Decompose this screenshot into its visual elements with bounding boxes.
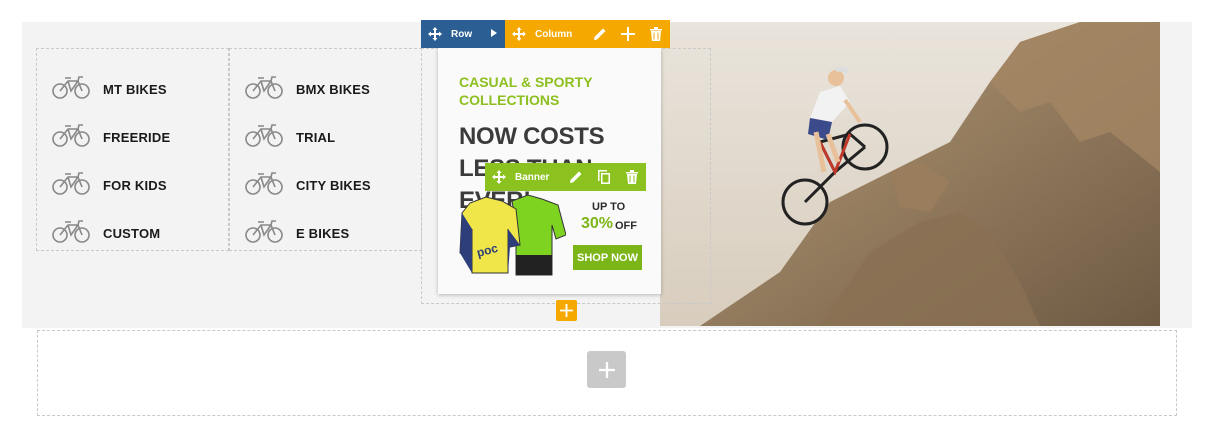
category-item[interactable]: CUSTOM bbox=[51, 218, 160, 248]
category-item[interactable]: TRIAL bbox=[244, 122, 335, 152]
category-item[interactable]: BMX BIKES bbox=[244, 74, 370, 104]
add-row-button[interactable] bbox=[556, 300, 577, 321]
add-icon[interactable] bbox=[614, 20, 642, 48]
move-icon[interactable] bbox=[505, 20, 533, 48]
category-label: E BIKES bbox=[296, 225, 350, 241]
category-item[interactable]: E BIKES bbox=[244, 218, 349, 248]
caret-right-icon[interactable] bbox=[491, 28, 497, 40]
banner-label: Banner bbox=[515, 171, 550, 183]
move-icon[interactable] bbox=[485, 163, 513, 191]
promo-up-to: UP TO bbox=[592, 201, 626, 213]
trash-icon[interactable] bbox=[618, 163, 646, 191]
mountain-bike-icon bbox=[51, 74, 103, 105]
promo-percent: 30% bbox=[581, 215, 614, 232]
city-bike-icon bbox=[244, 170, 296, 201]
freeride-bike-icon bbox=[51, 122, 103, 153]
add-element-button[interactable] bbox=[587, 351, 626, 388]
category-label: MT BIKES bbox=[103, 81, 167, 97]
trial-bike-icon bbox=[244, 122, 296, 153]
category-label: BMX BIKES bbox=[296, 81, 371, 97]
edit-icon[interactable] bbox=[562, 163, 590, 191]
hero-image bbox=[660, 22, 1160, 326]
category-label: CITY BIKES bbox=[296, 177, 371, 193]
promo-subtitle: CASUAL & SPORTY COLLECTIONS bbox=[459, 74, 593, 108]
column-toolbar[interactable]: Column bbox=[505, 20, 670, 48]
mountain-biker-illustration bbox=[660, 22, 1160, 326]
category-item[interactable]: CITY BIKES bbox=[244, 170, 371, 200]
kids-bike-icon bbox=[51, 170, 103, 201]
shop-now-button[interactable]: SHOP NOW bbox=[573, 245, 642, 270]
jerseys-image: poc bbox=[459, 195, 566, 276]
promo-off: OFF bbox=[615, 220, 637, 232]
edit-icon[interactable] bbox=[586, 20, 614, 48]
bmx-bike-icon bbox=[244, 74, 296, 105]
column-label: Column bbox=[535, 28, 573, 40]
category-item[interactable]: FOR KIDS bbox=[51, 170, 167, 200]
banner-toolbar[interactable]: Banner bbox=[485, 163, 646, 191]
custom-bike-icon bbox=[51, 218, 103, 249]
category-label: TRIAL bbox=[296, 129, 336, 145]
move-icon[interactable] bbox=[421, 20, 449, 48]
category-label: FREERIDE bbox=[103, 129, 171, 145]
duplicate-icon[interactable] bbox=[590, 163, 618, 191]
category-label: CUSTOM bbox=[103, 225, 161, 241]
e-bike-icon bbox=[244, 218, 296, 249]
trash-icon[interactable] bbox=[642, 20, 670, 48]
page-builder-canvas: MT BIKES FREERIDE FOR KIDS CUSTOM BMX BIKES T… bbox=[0, 0, 1224, 430]
plus-icon bbox=[560, 304, 573, 317]
category-item[interactable]: MT BIKES bbox=[51, 74, 167, 104]
row-toolbar[interactable]: Row bbox=[421, 20, 505, 48]
row-label: Row bbox=[451, 28, 473, 40]
plus-icon bbox=[598, 361, 615, 378]
category-item[interactable]: FREERIDE bbox=[51, 122, 170, 152]
category-label: FOR KIDS bbox=[103, 177, 167, 193]
